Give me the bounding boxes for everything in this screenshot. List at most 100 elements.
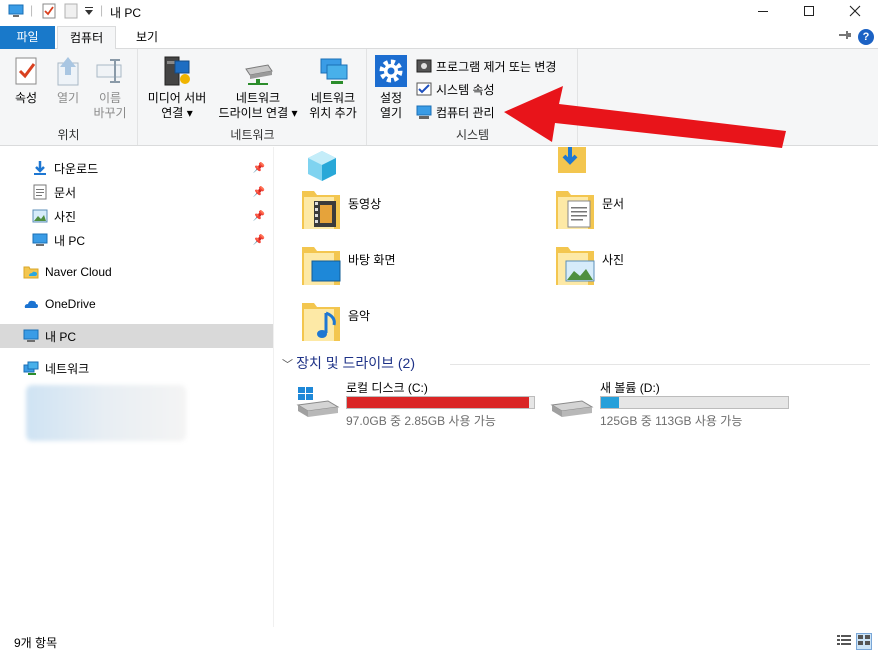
sidebar-item-onedrive[interactable]: OneDrive — [0, 292, 273, 316]
settings-gear-icon — [375, 55, 407, 87]
add-network-location-button[interactable]: 네트워크 위치 추가 — [303, 55, 363, 121]
ribbon-group-location: 속성 열기 이름 바꾸기 위치 — [0, 49, 138, 145]
window-title: 내 PC — [110, 6, 142, 20]
customize-quick-access-icon[interactable] — [84, 5, 94, 20]
pin-ribbon-icon[interactable] — [838, 29, 852, 44]
drive-usage-bar — [346, 396, 535, 409]
properties-icon — [10, 55, 42, 87]
desktop-folder-icon — [302, 243, 342, 289]
section-divider — [450, 364, 870, 365]
sidebar-item-downloads[interactable]: 다운로드 📌 — [0, 156, 273, 180]
sidebar-item-label: 다운로드 — [54, 161, 99, 176]
media-server-label-line2: 연결 — [161, 106, 184, 120]
media-server-button[interactable]: 미디어 서버 연결 ▾ — [143, 55, 211, 121]
media-server-label-line1: 미디어 서버 — [147, 91, 207, 105]
network-location-icon — [317, 55, 349, 87]
computer-management-label: 컴퓨터 관리 — [436, 105, 495, 120]
sidebar-item-documents[interactable]: 문서 📌 — [0, 180, 273, 204]
folder-label: 사진 — [602, 253, 625, 267]
title-separator: | — [100, 3, 104, 17]
drive-c[interactable]: 로컬 디스크 (C:) 97.0GB 중 2.85GB 사용 가능 — [296, 379, 546, 428]
sidebar-item-this-pc-pinned[interactable]: 내 PC 📌 — [0, 228, 273, 252]
chevron-down-icon: ﹀ — [282, 359, 297, 371]
ribbon-tabs: 파일 컴퓨터 보기 ? — [0, 24, 878, 50]
pin-icon[interactable]: 📌 — [253, 187, 265, 198]
drive-free-space: 97.0GB 중 2.85GB 사용 가능 — [346, 414, 496, 428]
add-location-label-line2: 위치 추가 — [309, 106, 357, 120]
system-properties-label: 시스템 속성 — [436, 82, 495, 97]
folder-music[interactable]: 음악 — [302, 299, 552, 349]
sidebar-item-label: 내 PC — [54, 233, 86, 248]
help-icon[interactable]: ? — [858, 29, 874, 45]
folder-label: 문서 — [602, 197, 625, 211]
large-icons-view-icon[interactable] — [856, 633, 872, 650]
sidebar-item-label: 내 PC — [45, 329, 77, 344]
document-icon — [32, 184, 48, 200]
title-bar: | | 내 PC — [0, 0, 878, 24]
windows-drive-icon — [296, 387, 340, 421]
folder-pictures[interactable]: 사진 — [556, 243, 806, 293]
add-location-label-line1: 네트워크 — [310, 91, 356, 105]
view-switcher — [836, 633, 872, 650]
map-network-drive-button[interactable]: 네트워크 드라이브 연결 ▾ — [213, 55, 303, 121]
folder-desktop[interactable]: 바탕 화면 — [302, 243, 552, 293]
sidebar-item-this-pc[interactable]: 내 PC — [0, 324, 273, 348]
computer-management-button[interactable]: 컴퓨터 관리 — [416, 102, 495, 122]
drive-free-space: 125GB 중 113GB 사용 가능 — [600, 414, 743, 428]
sidebar-item-naver-cloud[interactable]: Naver Cloud — [0, 260, 273, 284]
properties-button[interactable]: 속성 — [8, 55, 44, 106]
pictures-icon — [32, 208, 48, 224]
rename-icon — [94, 55, 126, 87]
open-settings-label-line1: 설정 — [379, 91, 403, 105]
content-pane: 동영상 문서 바탕 화면 사진 음악 ﹀ 장치 및 드라이브 (2) 로컬 디스… — [274, 147, 878, 627]
open-settings-label-line2: 열기 — [379, 106, 403, 120]
sidebar-item-label: 네트워크 — [45, 361, 90, 376]
uninstall-label: 프로그램 제거 또는 변경 — [436, 59, 557, 74]
computer-management-icon — [416, 104, 432, 120]
pc-icon — [23, 328, 39, 344]
drive-d[interactable]: 새 볼륨 (D:) 125GB 중 113GB 사용 가능 — [550, 379, 800, 428]
map-drive-label-line1: 네트워크 — [235, 91, 281, 105]
sidebar-item-network[interactable]: 네트워크 — [0, 356, 273, 380]
folder-documents[interactable]: 문서 — [556, 187, 806, 237]
ribbon-group-network-label: 네트워크 — [230, 128, 275, 142]
map-drive-label-line2: 드라이브 연결 — [218, 106, 289, 120]
navigation-pane: 다운로드 📌 문서 📌 사진 📌 내 PC 📌 Naver Cloud OneD… — [0, 147, 273, 627]
system-properties-button[interactable]: 시스템 속성 — [416, 79, 495, 99]
details-view-icon[interactable] — [836, 633, 852, 650]
open-label: 열기 — [56, 91, 80, 105]
maximize-button[interactable] — [786, 0, 832, 24]
pin-icon[interactable]: 📌 — [253, 235, 265, 246]
rename-button[interactable]: 이름 바꾸기 — [90, 55, 130, 121]
new-folder-quick-icon[interactable] — [64, 3, 78, 22]
drive-usage-bar — [600, 396, 789, 409]
pc-icon — [8, 3, 24, 22]
close-button[interactable] — [832, 0, 878, 24]
close-icon — [849, 4, 861, 20]
media-server-icon — [161, 55, 193, 87]
sidebar-item-label: Naver Cloud — [45, 265, 112, 279]
network-drive-icon — [242, 55, 274, 87]
toolbar-separator: | — [30, 3, 34, 17]
minimize-icon — [757, 4, 769, 20]
system-properties-icon — [416, 81, 432, 97]
tab-file[interactable]: 파일 — [0, 26, 55, 49]
properties-quick-icon[interactable] — [42, 3, 56, 22]
onedrive-icon — [23, 296, 39, 312]
open-button[interactable]: 열기 — [52, 55, 84, 106]
folder-videos[interactable]: 동영상 — [302, 187, 552, 237]
videos-folder-icon — [302, 187, 342, 233]
sidebar-item-pictures[interactable]: 사진 📌 — [0, 204, 273, 228]
uninstall-program-button[interactable]: 프로그램 제거 또는 변경 — [416, 56, 556, 76]
tab-view[interactable]: 보기 — [124, 26, 170, 49]
minimize-button[interactable] — [740, 0, 786, 24]
sidebar-item-label: 문서 — [54, 185, 77, 200]
pin-icon[interactable]: 📌 — [253, 163, 265, 174]
devices-header-label: 장치 및 드라이브 (2) — [296, 355, 416, 371]
open-settings-button[interactable]: 설정 열기 — [372, 55, 410, 121]
devices-section-header[interactable]: ﹀ 장치 및 드라이브 (2) — [282, 353, 415, 373]
pin-icon[interactable]: 📌 — [253, 211, 265, 222]
ribbon-group-location-label: 위치 — [57, 128, 80, 142]
folder-label: 음악 — [348, 309, 371, 323]
tab-computer[interactable]: 컴퓨터 — [57, 26, 117, 50]
